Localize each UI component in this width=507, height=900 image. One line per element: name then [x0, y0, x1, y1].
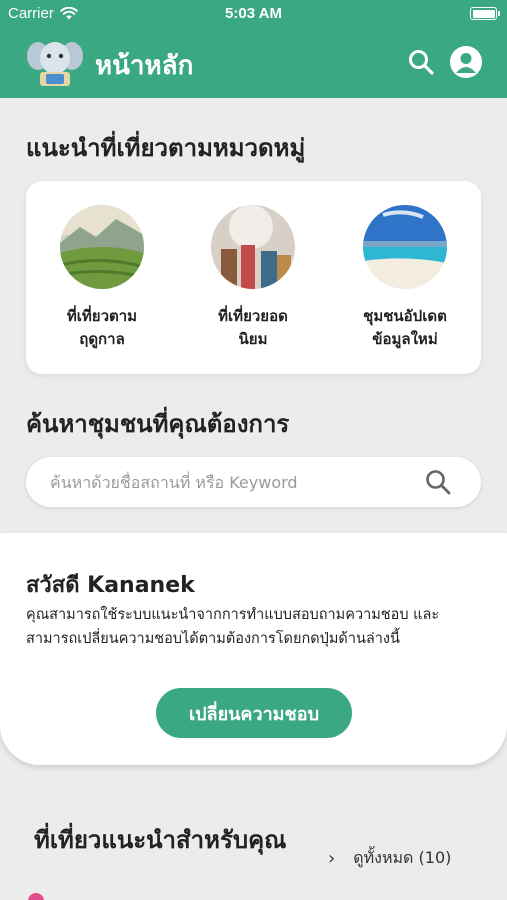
header-search-button[interactable] — [407, 48, 435, 76]
elephant-logo-icon — [27, 42, 83, 86]
see-all-label: ดูทั้งหมด (10) — [353, 848, 452, 867]
categories-title: แนะนำที่เที่ยวตามหมวดหมู่ — [26, 134, 306, 162]
page-title: หน้าหลัก — [95, 51, 194, 81]
search-box — [26, 457, 481, 507]
search-icon[interactable] — [425, 469, 451, 495]
user-icon — [450, 46, 482, 78]
category-image-mountain — [60, 205, 144, 289]
category-image-beach — [363, 205, 447, 289]
see-all-link[interactable]: › ดูทั้งหมด (10) — [328, 846, 451, 871]
category-label: ที่เที่ยวยอด นิยม — [218, 307, 288, 348]
status-bar: Carrier 5:03 AM — [0, 0, 507, 28]
search-input[interactable] — [50, 457, 430, 507]
categories-card: ที่เที่ยวตาม ฤดูกาล ที่เที่ยวยอด นิยม ชุ… — [26, 181, 481, 374]
category-updated-community[interactable]: ชุมชนอัปเดต ข้อมูลใหม่ — [340, 205, 470, 351]
pink-marker — [28, 893, 44, 900]
battery-icon — [470, 7, 500, 20]
change-preference-button[interactable]: เปลี่ยนความชอบ — [156, 688, 352, 738]
category-popular[interactable]: ที่เที่ยวยอด นิยม — [188, 205, 318, 351]
search-section-title: ค้นหาชุมชนที่คุณต้องการ — [26, 410, 290, 438]
category-image-festival — [211, 205, 295, 289]
app-header: หน้าหลัก — [0, 28, 507, 98]
category-seasonal[interactable]: ที่เที่ยวตาม ฤดูกาล — [37, 205, 167, 351]
category-label: ชุมชนอัปเดต ข้อมูลใหม่ — [363, 307, 447, 348]
greeting-description: คุณสามารถใช้ระบบแนะนำจากการทำแบบสอบถามคว… — [26, 607, 440, 647]
greeting-card: สวัสดี Kananek คุณสามารถใช้ระบบแนะนำจากก… — [0, 533, 507, 765]
greeting-text: สวัสดี Kananek — [26, 573, 195, 598]
search-icon — [409, 50, 434, 75]
profile-button[interactable] — [450, 46, 482, 78]
recommended-title: ที่เที่ยวแนะนำสำหรับคุณ — [34, 826, 287, 854]
chevron-right-icon: › — [328, 848, 336, 869]
category-label: ที่เที่ยวตาม ฤดูกาล — [66, 307, 138, 348]
status-time: 5:03 AM — [225, 5, 282, 22]
